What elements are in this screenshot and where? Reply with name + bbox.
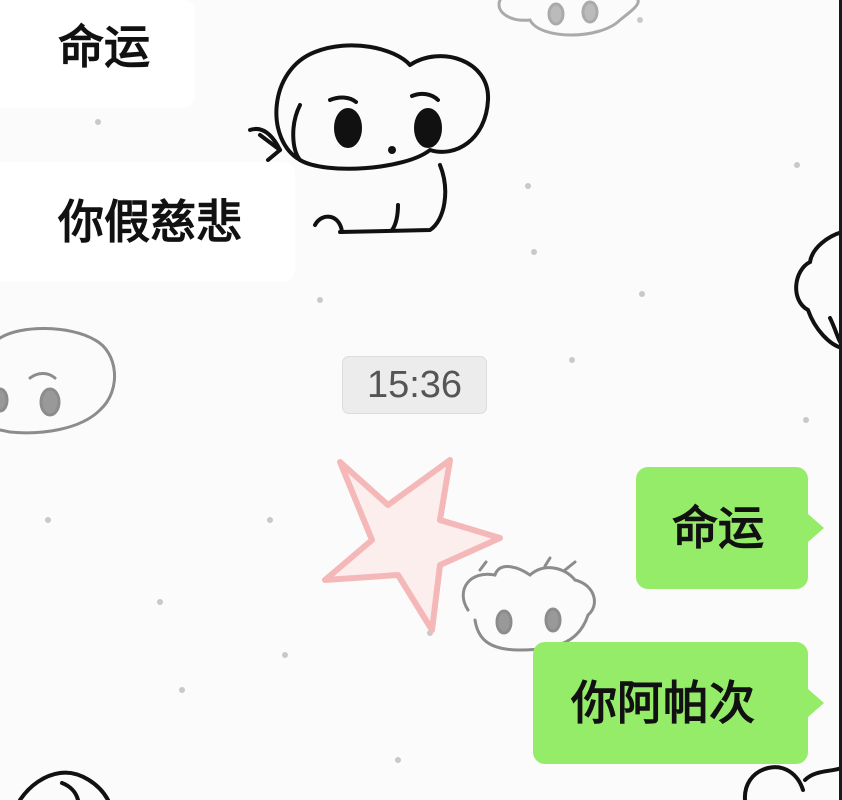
dog-doodle-icon — [497, 0, 640, 37]
message-text: 命运 — [672, 501, 764, 555]
dog-doodle-icon — [794, 230, 842, 350]
dog-doodle-icon — [461, 556, 596, 652]
star-doodle-icon — [322, 457, 503, 633]
dog-doodle-icon — [0, 327, 116, 435]
message-text: 你假慈悲 — [58, 195, 242, 249]
dog-doodle-icon — [742, 765, 842, 800]
dog-doodle-icon — [18, 770, 110, 800]
message-timestamp: 15:36 — [342, 356, 487, 414]
message-text: 你阿帕次 — [571, 676, 755, 730]
outgoing-message-bubble[interactable]: 命运 — [636, 467, 824, 589]
message-text: 命运 — [58, 20, 150, 74]
timestamp-text: 15:36 — [366, 364, 463, 406]
incoming-message-bubble[interactable]: 你假慈悲 — [0, 162, 295, 282]
incoming-message-bubble[interactable]: 命运 — [0, 0, 195, 108]
outgoing-message-bubble[interactable]: 你阿帕次 — [533, 642, 824, 764]
